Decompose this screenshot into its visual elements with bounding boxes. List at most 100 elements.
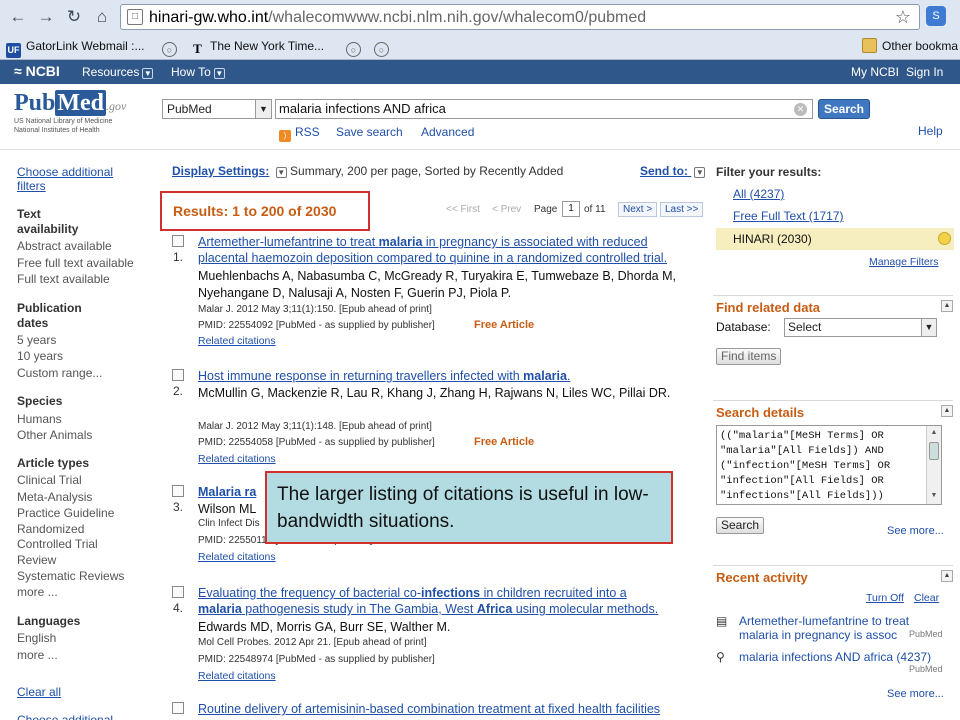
details-see-more-link[interactable]: See more... bbox=[887, 525, 944, 537]
filter-humans[interactable]: Humans bbox=[17, 411, 62, 427]
citation-authors: McMullin G, Mackenzie R, Lau R, Khang J,… bbox=[198, 386, 671, 400]
other-bookmarks[interactable]: Other bookma bbox=[862, 37, 958, 55]
citation-journal: Mol Cell Probes. 2012 Apr 21. [Epub ahea… bbox=[198, 637, 427, 648]
text-availability-heading: Text bbox=[17, 207, 41, 221]
help-link[interactable]: Help bbox=[918, 124, 943, 138]
clear-search-icon[interactable]: ✕ bbox=[794, 103, 807, 116]
details-search-button[interactable]: Search bbox=[716, 517, 765, 534]
last-page-link[interactable]: Last >> bbox=[660, 202, 704, 217]
related-citations-link[interactable]: Related citations bbox=[198, 453, 276, 465]
filter-meta-analysis[interactable]: Meta-Analysis bbox=[17, 489, 92, 505]
turn-off-link[interactable]: Turn Off bbox=[866, 592, 904, 604]
collapse-icon[interactable]: ▲ bbox=[941, 300, 953, 312]
left-filter-sidebar: Choose additional filters Text availabil… bbox=[0, 150, 160, 720]
database-select[interactable]: PubMed ▼ bbox=[162, 99, 272, 119]
bookmark-globe-1[interactable]: ○ bbox=[162, 37, 182, 57]
sign-in-link[interactable]: Sign In bbox=[906, 65, 943, 79]
filter-free-full-text-link[interactable]: Free Full Text (1717) bbox=[733, 209, 844, 223]
citation-title-link[interactable]: Artemether-lumefantrine to treat malaria… bbox=[198, 234, 708, 266]
article-more-link[interactable]: more ... bbox=[17, 584, 58, 600]
folder-icon bbox=[862, 38, 877, 53]
skype-extension-icon[interactable]: S bbox=[926, 6, 946, 26]
filter-randomized[interactable]: Randomized bbox=[17, 521, 84, 537]
citation-checkbox[interactable] bbox=[172, 702, 184, 714]
prev-page-link[interactable]: < Prev bbox=[492, 204, 521, 215]
first-page-link[interactable]: << First bbox=[446, 204, 480, 215]
filter-other-animals[interactable]: Other Animals bbox=[17, 427, 92, 443]
filter-english[interactable]: English bbox=[17, 630, 56, 646]
filter-systematic-reviews[interactable]: Systematic Reviews bbox=[17, 568, 124, 584]
collapse-icon[interactable]: ▲ bbox=[941, 405, 953, 417]
filter-clinical-trial[interactable]: Clinical Trial bbox=[17, 472, 82, 488]
search-button[interactable]: Search bbox=[818, 99, 870, 119]
clear-all-link[interactable]: Clear all bbox=[17, 684, 61, 700]
filter-practice-guideline[interactable]: Practice Guideline bbox=[17, 505, 114, 521]
back-arrow-icon[interactable]: ← bbox=[6, 5, 30, 29]
citation-title-link[interactable]: Routine delivery of artemisinin-based co… bbox=[198, 701, 708, 717]
citation-checkbox[interactable] bbox=[172, 485, 184, 497]
find-related-data-title: Find related data bbox=[716, 300, 821, 315]
howto-menu[interactable]: How To ▼ bbox=[171, 65, 225, 79]
scroll-down-icon[interactable]: ▼ bbox=[928, 490, 940, 502]
recent-see-more-link[interactable]: See more... bbox=[887, 688, 944, 700]
ncbi-logo[interactable]: ≈ NCBI bbox=[14, 63, 60, 79]
filter-abstract[interactable]: Abstract available bbox=[17, 238, 112, 254]
search-details-textarea[interactable]: (("malaria"[MeSH Terms] OR "malaria"[All… bbox=[716, 425, 942, 505]
address-bar[interactable]: □ hinari-gw.who.int/whalecomwww.ncbi.nlm… bbox=[120, 4, 920, 30]
my-ncbi-link[interactable]: My NCBI bbox=[851, 65, 899, 79]
filter-review[interactable]: Review bbox=[17, 552, 56, 568]
home-icon[interactable]: ⌂ bbox=[90, 5, 114, 29]
send-to-menu[interactable]: Send to: ▼ bbox=[640, 164, 706, 178]
next-page-link[interactable]: Next > bbox=[618, 202, 658, 217]
search-input[interactable]: malaria infections AND africa ✕ bbox=[275, 99, 813, 119]
choose-filters-bottom-link[interactable]: Choose additional bbox=[17, 712, 113, 720]
filter-controlled-trial[interactable]: Controlled Trial bbox=[17, 536, 98, 552]
citation-checkbox[interactable] bbox=[172, 235, 184, 247]
reload-icon[interactable]: ↻ bbox=[62, 5, 86, 29]
forward-arrow-icon[interactable]: → bbox=[34, 5, 58, 29]
language-more-link[interactable]: more ... bbox=[17, 647, 58, 663]
citation-pmid: PMID: 22548974 [PubMed - as supplied by … bbox=[198, 654, 435, 665]
rss-link[interactable]: ) RSS bbox=[279, 125, 320, 142]
related-citations-link[interactable]: Related citations bbox=[198, 670, 276, 682]
related-citations-link[interactable]: Related citations bbox=[198, 551, 276, 563]
recent-item-search[interactable]: malaria infections AND africa (4237) bbox=[739, 650, 939, 664]
filter-5-years[interactable]: 5 years bbox=[17, 332, 56, 348]
bookmark-star-icon[interactable]: ☆ bbox=[895, 7, 911, 28]
scroll-thumb[interactable] bbox=[929, 442, 939, 460]
filter-custom-range[interactable]: Custom range... bbox=[17, 365, 102, 381]
citation-title-link[interactable]: Evaluating the frequency of bacterial co… bbox=[198, 585, 708, 617]
manage-filters-link[interactable]: Manage Filters bbox=[869, 256, 938, 268]
find-items-button[interactable]: Find items bbox=[716, 348, 782, 365]
related-database-select[interactable]: Select ▼ bbox=[784, 318, 937, 337]
filter-all-link[interactable]: All (4237) bbox=[733, 187, 784, 201]
collapse-icon[interactable]: ▲ bbox=[941, 570, 953, 582]
display-settings-link[interactable]: Display Settings: bbox=[172, 164, 269, 178]
citation-title-link[interactable]: Host immune response in returning travel… bbox=[198, 368, 708, 384]
related-citations-link[interactable]: Related citations bbox=[198, 335, 276, 347]
bookmark-nytimes[interactable]: T The New York Time... bbox=[190, 37, 324, 56]
choose-filters-link-2[interactable]: filters bbox=[17, 178, 46, 194]
resources-menu[interactable]: Resources ▼ bbox=[82, 65, 154, 79]
document-icon: ▤ bbox=[716, 614, 728, 628]
scroll-up-icon[interactable]: ▲ bbox=[928, 427, 940, 439]
filter-full-text[interactable]: Full text available bbox=[17, 271, 110, 287]
citation-number: 3. bbox=[173, 500, 184, 514]
citation-checkbox[interactable] bbox=[172, 369, 184, 381]
bookmark-globe-2[interactable]: ○ bbox=[346, 37, 366, 57]
recent-item-source: PubMed bbox=[909, 629, 943, 639]
page-number-input[interactable]: 1 bbox=[562, 201, 580, 217]
pubmed-logo[interactable]: PubMed .gov US National Library of Medici… bbox=[14, 90, 154, 134]
save-search-link[interactable]: Save search bbox=[336, 125, 403, 139]
filter-10-years[interactable]: 10 years bbox=[17, 348, 63, 364]
bookmark-gatorlink[interactable]: UF GatorLink Webmail :... bbox=[6, 37, 145, 58]
filter-free-full-text[interactable]: Free full text available bbox=[17, 255, 134, 271]
hinari-filter-active[interactable]: HINARI (2030) bbox=[716, 228, 954, 250]
advanced-link[interactable]: Advanced bbox=[421, 125, 474, 139]
uf-logo-icon: UF bbox=[6, 43, 21, 58]
clear-activity-link[interactable]: Clear bbox=[914, 592, 939, 604]
citation-checkbox[interactable] bbox=[172, 586, 184, 598]
bookmark-globe-3[interactable]: ○ bbox=[374, 37, 394, 57]
chevron-down-icon[interactable]: ▼ bbox=[275, 167, 287, 178]
details-scrollbar[interactable]: ▲ ▼ bbox=[926, 426, 941, 504]
